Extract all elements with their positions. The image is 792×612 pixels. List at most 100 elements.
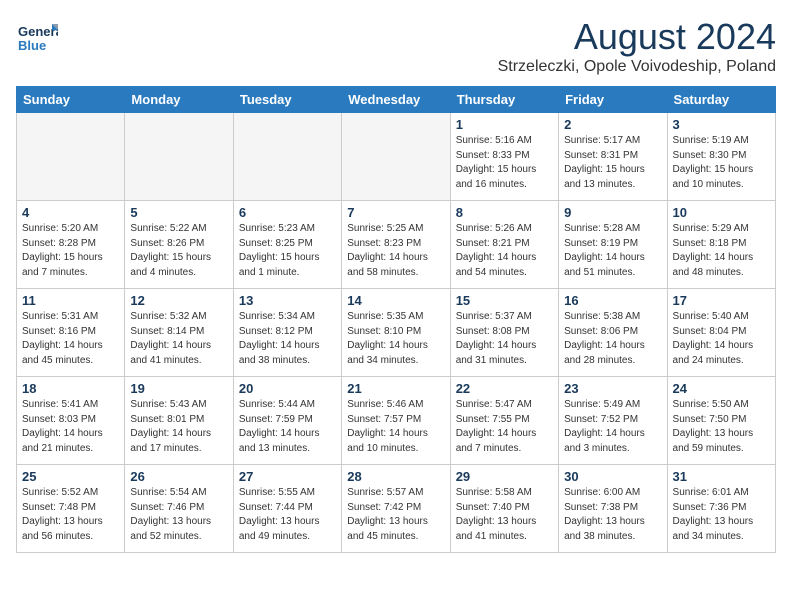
day-number: 3 xyxy=(673,117,770,132)
month-year: August 2024 xyxy=(498,16,776,58)
day-info: Sunrise: 5:58 AM Sunset: 7:40 PM Dayligh… xyxy=(456,486,553,544)
calendar-day-cell: 17 Sunrise: 5:40 AM Sunset: 8:04 PM Dayli… xyxy=(667,289,775,377)
location: Strzeleczki, Opole Voivodeship, Poland xyxy=(498,58,776,76)
calendar-day-cell: 7 Sunrise: 5:25 AM Sunset: 8:23 PM Daylig… xyxy=(342,201,450,289)
day-info: Sunrise: 5:31 AM Sunset: 8:16 PM Dayligh… xyxy=(22,310,119,368)
calendar-day-cell: 3Sunrise: 5:19 AM Sunset: 8:30 PM Daylig… xyxy=(667,113,775,201)
calendar-week-row: 11 Sunrise: 5:31 AM Sunset: 8:16 PM Dayli… xyxy=(17,289,776,377)
calendar-day-cell: 27 Sunrise: 5:55 AM Sunset: 7:44 PM Dayli… xyxy=(233,465,341,553)
day-info: Sunrise: 5:34 AM Sunset: 8:12 PM Dayligh… xyxy=(239,310,336,368)
calendar-day-cell: 9Sunrise: 5:28 AM Sunset: 8:19 PM Daylig… xyxy=(559,201,667,289)
day-number: 30 xyxy=(564,469,661,484)
logo-icon: General Blue xyxy=(16,16,58,58)
calendar-day-cell: 30 Sunrise: 6:00 AM Sunset: 7:38 PM Dayli… xyxy=(559,465,667,553)
day-info: Sunrise: 5:37 AM Sunset: 8:08 PM Dayligh… xyxy=(456,310,553,368)
calendar-day-cell: 28Sunrise: 5:57 AM Sunset: 7:42 PM Dayli… xyxy=(342,465,450,553)
weekday-header: Wednesday xyxy=(342,87,450,113)
day-info: Sunrise: 5:29 AM Sunset: 8:18 PM Dayligh… xyxy=(673,222,770,280)
day-number: 12 xyxy=(130,293,227,308)
day-number: 16 xyxy=(564,293,661,308)
day-info: Sunrise: 6:00 AM Sunset: 7:38 PM Dayligh… xyxy=(564,486,661,544)
day-info: Sunrise: 5:22 AM Sunset: 8:26 PM Dayligh… xyxy=(130,222,227,280)
calendar-day-cell: 31Sunrise: 6:01 AM Sunset: 7:36 PM Dayli… xyxy=(667,465,775,553)
day-number: 2 xyxy=(564,117,661,132)
calendar-day-cell: 11 Sunrise: 5:31 AM Sunset: 8:16 PM Dayli… xyxy=(17,289,125,377)
calendar-day-cell: 23Sunrise: 5:49 AM Sunset: 7:52 PM Dayli… xyxy=(559,377,667,465)
calendar-day-cell: 1Sunrise: 5:16 AM Sunset: 8:33 PM Daylig… xyxy=(450,113,558,201)
weekday-header: Tuesday xyxy=(233,87,341,113)
day-number: 26 xyxy=(130,469,227,484)
calendar-day-cell: 21 Sunrise: 5:46 AM Sunset: 7:57 PM Dayli… xyxy=(342,377,450,465)
day-number: 21 xyxy=(347,381,444,396)
day-number: 6 xyxy=(239,205,336,220)
day-number: 27 xyxy=(239,469,336,484)
calendar-day-cell: 8 Sunrise: 5:26 AM Sunset: 8:21 PM Daylig… xyxy=(450,201,558,289)
day-info: Sunrise: 5:23 AM Sunset: 8:25 PM Dayligh… xyxy=(239,222,336,280)
calendar-week-row: 18Sunrise: 5:41 AM Sunset: 8:03 PM Dayli… xyxy=(17,377,776,465)
day-number: 22 xyxy=(456,381,553,396)
calendar-header-row: SundayMondayTuesdayWednesdayThursdayFrid… xyxy=(17,87,776,113)
calendar-day-cell xyxy=(125,113,233,201)
day-info: Sunrise: 5:26 AM Sunset: 8:21 PM Dayligh… xyxy=(456,222,553,280)
day-number: 11 xyxy=(22,293,119,308)
weekday-header: Sunday xyxy=(17,87,125,113)
day-info: Sunrise: 5:47 AM Sunset: 7:55 PM Dayligh… xyxy=(456,398,553,456)
day-info: Sunrise: 5:35 AM Sunset: 8:10 PM Dayligh… xyxy=(347,310,444,368)
calendar-day-cell: 19Sunrise: 5:43 AM Sunset: 8:01 PM Dayli… xyxy=(125,377,233,465)
day-number: 5 xyxy=(130,205,227,220)
calendar-day-cell: 22 Sunrise: 5:47 AM Sunset: 7:55 PM Dayli… xyxy=(450,377,558,465)
calendar-day-cell: 4 Sunrise: 5:20 AM Sunset: 8:28 PM Daylig… xyxy=(17,201,125,289)
day-number: 13 xyxy=(239,293,336,308)
calendar-day-cell: 10 Sunrise: 5:29 AM Sunset: 8:18 PM Dayli… xyxy=(667,201,775,289)
day-info: Sunrise: 5:50 AM Sunset: 7:50 PM Dayligh… xyxy=(673,398,770,456)
calendar-day-cell: 29 Sunrise: 5:58 AM Sunset: 7:40 PM Dayli… xyxy=(450,465,558,553)
day-number: 1 xyxy=(456,117,553,132)
calendar-table: SundayMondayTuesdayWednesdayThursdayFrid… xyxy=(16,86,776,553)
weekday-header: Saturday xyxy=(667,87,775,113)
logo: General Blue xyxy=(16,16,58,63)
calendar-day-cell: 18Sunrise: 5:41 AM Sunset: 8:03 PM Dayli… xyxy=(17,377,125,465)
calendar-day-cell xyxy=(17,113,125,201)
day-info: Sunrise: 5:41 AM Sunset: 8:03 PM Dayligh… xyxy=(22,398,119,456)
day-number: 8 xyxy=(456,205,553,220)
day-number: 10 xyxy=(673,205,770,220)
weekday-header: Friday xyxy=(559,87,667,113)
calendar-day-cell: 13 Sunrise: 5:34 AM Sunset: 8:12 PM Dayli… xyxy=(233,289,341,377)
title-section: August 2024 Strzeleczki, Opole Voivodesh… xyxy=(498,16,776,76)
day-info: Sunrise: 5:46 AM Sunset: 7:57 PM Dayligh… xyxy=(347,398,444,456)
day-info: Sunrise: 5:20 AM Sunset: 8:28 PM Dayligh… xyxy=(22,222,119,280)
day-info: Sunrise: 5:38 AM Sunset: 8:06 PM Dayligh… xyxy=(564,310,661,368)
day-info: Sunrise: 5:40 AM Sunset: 8:04 PM Dayligh… xyxy=(673,310,770,368)
day-number: 15 xyxy=(456,293,553,308)
day-number: 28 xyxy=(347,469,444,484)
calendar-day-cell: 26Sunrise: 5:54 AM Sunset: 7:46 PM Dayli… xyxy=(125,465,233,553)
calendar-week-row: 4 Sunrise: 5:20 AM Sunset: 8:28 PM Daylig… xyxy=(17,201,776,289)
calendar-day-cell: 2Sunrise: 5:17 AM Sunset: 8:31 PM Daylig… xyxy=(559,113,667,201)
header: General Blue August 2024 Strzeleczki, Op… xyxy=(16,16,776,76)
day-info: Sunrise: 5:49 AM Sunset: 7:52 PM Dayligh… xyxy=(564,398,661,456)
day-number: 4 xyxy=(22,205,119,220)
calendar-day-cell: 6 Sunrise: 5:23 AM Sunset: 8:25 PM Daylig… xyxy=(233,201,341,289)
calendar-day-cell xyxy=(233,113,341,201)
day-info: Sunrise: 5:44 AM Sunset: 7:59 PM Dayligh… xyxy=(239,398,336,456)
day-number: 7 xyxy=(347,205,444,220)
day-number: 25 xyxy=(22,469,119,484)
day-info: Sunrise: 5:55 AM Sunset: 7:44 PM Dayligh… xyxy=(239,486,336,544)
calendar-day-cell: 25 Sunrise: 5:52 AM Sunset: 7:48 PM Dayli… xyxy=(17,465,125,553)
calendar-day-cell: 12Sunrise: 5:32 AM Sunset: 8:14 PM Dayli… xyxy=(125,289,233,377)
weekday-header: Monday xyxy=(125,87,233,113)
calendar-day-cell: 15 Sunrise: 5:37 AM Sunset: 8:08 PM Dayli… xyxy=(450,289,558,377)
calendar-day-cell: 20 Sunrise: 5:44 AM Sunset: 7:59 PM Dayli… xyxy=(233,377,341,465)
day-info: Sunrise: 5:25 AM Sunset: 8:23 PM Dayligh… xyxy=(347,222,444,280)
calendar-week-row: 25 Sunrise: 5:52 AM Sunset: 7:48 PM Dayli… xyxy=(17,465,776,553)
day-info: Sunrise: 5:52 AM Sunset: 7:48 PM Dayligh… xyxy=(22,486,119,544)
day-number: 31 xyxy=(673,469,770,484)
calendar-day-cell: 14Sunrise: 5:35 AM Sunset: 8:10 PM Dayli… xyxy=(342,289,450,377)
svg-text:Blue: Blue xyxy=(18,38,46,53)
day-info: Sunrise: 5:43 AM Sunset: 8:01 PM Dayligh… xyxy=(130,398,227,456)
day-number: 24 xyxy=(673,381,770,396)
day-number: 20 xyxy=(239,381,336,396)
calendar-day-cell: 5 Sunrise: 5:22 AM Sunset: 8:26 PM Daylig… xyxy=(125,201,233,289)
day-number: 17 xyxy=(673,293,770,308)
day-number: 29 xyxy=(456,469,553,484)
